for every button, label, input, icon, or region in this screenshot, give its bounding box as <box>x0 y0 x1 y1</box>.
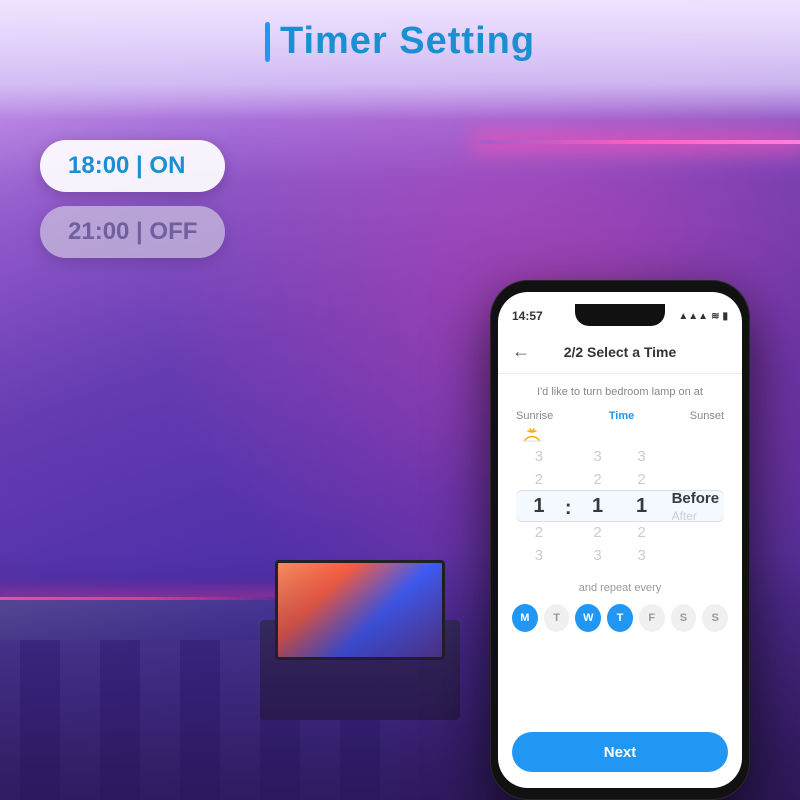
next-button[interactable]: Next <box>512 732 728 772</box>
picker-sep-1: : <box>565 497 572 520</box>
col2-num3: 3 <box>593 446 601 467</box>
col1-num2b: 2 <box>535 522 543 543</box>
days-row: M T W T F S <box>512 604 728 632</box>
app-content: I'd like to turn bedroom lamp on at Sunr… <box>498 374 742 788</box>
picker-col-2: 3 2 1 2 3 <box>580 446 616 566</box>
page-title-area: Timer Setting <box>0 20 800 63</box>
wall-light-top <box>480 140 800 144</box>
page-title: Timer Setting <box>280 20 535 63</box>
before-label: Before <box>672 490 720 507</box>
picker-labels: Sunrise Time Sunset <box>512 410 728 422</box>
col3-num2b: 2 <box>637 522 645 543</box>
status-icons: ▲▲▲ ≋ ▮ <box>678 311 728 322</box>
col1-selected: 1 <box>533 492 544 520</box>
header-title: 2/2 Select a Time <box>564 344 677 360</box>
phone-notch <box>575 304 665 326</box>
col2-selected: 1 <box>592 492 603 520</box>
col3-num2: 2 <box>637 469 645 490</box>
time-label: Time <box>609 410 634 422</box>
col1-num3b: 3 <box>535 545 543 566</box>
timer-on-pill[interactable]: 18:00 | ON <box>40 140 225 192</box>
day-M[interactable]: M <box>512 604 538 632</box>
timer-off-label: 21:00 | OFF <box>68 218 197 245</box>
picker-area[interactable]: 3 2 1 2 3 : 3 2 1 2 3 <box>512 446 728 566</box>
before-after: Before After <box>672 490 720 523</box>
phone-mockup: 14:57 ▲▲▲ ≋ ▮ ← 2/2 Select a Time I'd li… <box>490 280 750 800</box>
col1-num2: 2 <box>535 469 543 490</box>
col3-selected: 1 <box>636 492 647 520</box>
next-label: Next <box>604 744 637 761</box>
back-button[interactable]: ← <box>512 341 530 362</box>
day-S1[interactable]: S <box>671 604 697 632</box>
picker-col-3: 3 2 1 2 3 <box>624 446 660 566</box>
col3-num3b: 3 <box>637 545 645 566</box>
day-F[interactable]: F <box>639 604 665 632</box>
battery-icon: ▮ <box>722 311 728 322</box>
timer-on-label: 18:00 | ON <box>68 152 185 179</box>
sunset-label: Sunset <box>690 410 724 422</box>
sunrise-label: Sunrise <box>516 410 553 422</box>
picker-col-1: 3 2 1 2 3 <box>521 446 557 566</box>
timer-off-pill[interactable]: 21:00 | OFF <box>40 206 225 258</box>
wifi-icon: ≋ <box>711 311 719 322</box>
col1-num3: 3 <box>535 446 543 467</box>
day-T1[interactable]: T <box>544 604 570 632</box>
title-bar-icon <box>265 22 270 62</box>
col2-num2b: 2 <box>593 522 601 543</box>
phone-outer: 14:57 ▲▲▲ ≋ ▮ ← 2/2 Select a Time I'd li… <box>490 280 750 800</box>
col3-num3: 3 <box>637 446 645 467</box>
day-W[interactable]: W <box>575 604 601 632</box>
phone-screen: 14:57 ▲▲▲ ≋ ▮ ← 2/2 Select a Time I'd li… <box>498 292 742 788</box>
status-time: 14:57 <box>512 309 543 323</box>
day-S2[interactable]: S <box>702 604 728 632</box>
sunrise-area <box>512 428 728 444</box>
timer-pills: 18:00 | ON 21:00 | OFF <box>40 140 225 258</box>
after-label: After <box>672 509 697 523</box>
repeat-label: and repeat every <box>512 582 728 594</box>
col2-num2: 2 <box>593 469 601 490</box>
sunrise-icon <box>520 428 544 444</box>
subtitle: I'd like to turn bedroom lamp on at <box>512 386 728 398</box>
col2-num3b: 3 <box>593 545 601 566</box>
signal-icon: ▲▲▲ <box>678 311 708 322</box>
day-T2[interactable]: T <box>607 604 633 632</box>
app-header: ← 2/2 Select a Time <box>498 330 742 374</box>
